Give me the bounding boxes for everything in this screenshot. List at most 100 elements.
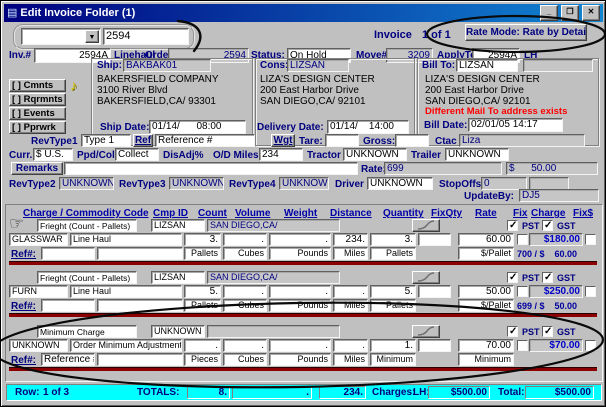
delivery-date-field[interactable]: 01/14/ 14:00 [327, 120, 409, 134]
quantity-field[interactable]: 1. [370, 339, 416, 352]
ref-button[interactable]: Ref [133, 134, 153, 147]
description-field[interactable]: Line Haul [70, 233, 182, 246]
ref1-field[interactable] [41, 247, 95, 260]
ref1-field[interactable]: Reference # [41, 353, 95, 366]
rate-field[interactable]: 60.00 [458, 233, 514, 246]
distance-field[interactable]: . [333, 285, 368, 298]
col-header-weight[interactable]: Weight [284, 208, 317, 219]
weight-field[interactable]: . [269, 233, 331, 246]
col-header-fixs[interactable]: Fix$ [573, 208, 593, 219]
remarks-field[interactable] [64, 162, 358, 175]
cmp-id-field[interactable]: UNKNOWN [151, 325, 205, 338]
col-header-cmp-id[interactable]: Cmp ID [153, 208, 188, 219]
cmp-id-field[interactable]: LIZSAN [151, 271, 205, 284]
description-field[interactable]: Line Haul [70, 285, 182, 298]
rate-field[interactable]: 70.00 [458, 339, 514, 352]
rate-lookup-button[interactable] [412, 271, 440, 284]
count-field[interactable]: . [184, 339, 221, 352]
gst-checkbox[interactable] [542, 220, 553, 231]
driver-field[interactable]: UNKNOWN [367, 177, 433, 190]
events-button[interactable]: [ ] Events [9, 107, 66, 120]
rate-lookup-button[interactable] [412, 219, 440, 232]
maximize-button[interactable]: ❐ [561, 5, 579, 21]
ref-number-label: Ref#: [11, 301, 36, 312]
ref-field[interactable]: Reference # [155, 134, 255, 147]
col-header-volume[interactable]: Volume [235, 208, 270, 219]
tractor-field[interactable]: UNKNOWN [343, 148, 407, 161]
close-button[interactable]: ✕ [582, 5, 600, 21]
distance-field[interactable]: 234. [333, 233, 368, 246]
rate-unit-field: $/Pallet [458, 247, 514, 260]
revtype1-field[interactable]: Type 1 [81, 134, 131, 147]
col-header-rate[interactable]: Rate [475, 208, 497, 219]
col-header-fix[interactable]: Fix [513, 208, 527, 219]
ppdcol-field[interactable]: Collect [115, 148, 159, 161]
rqrmnts-button[interactable]: [ ] Rqrmnts [9, 93, 66, 106]
search-field-selector[interactable]: Order # ▼ [21, 28, 101, 45]
rate-lookup-button[interactable] [412, 325, 440, 338]
rate-mode-button[interactable]: Rate Mode: Rate by Detail [465, 24, 587, 41]
commodity-code-field[interactable]: GLASSWAR [9, 233, 68, 246]
wgt-button[interactable]: Wgt [271, 134, 295, 147]
rate-field[interactable]: 50.00 [458, 285, 514, 298]
col-header-fixqty[interactable]: FixQty [431, 208, 462, 219]
count-field[interactable]: 5. [184, 285, 221, 298]
pprwrk-button[interactable]: [ ] Pprwrk [9, 121, 66, 134]
description-field[interactable]: Order Minimum Adjustment [70, 339, 182, 352]
fixqty-field[interactable] [418, 339, 451, 352]
fixqty-field[interactable] [418, 285, 451, 298]
col-header-count[interactable]: Count [198, 208, 227, 219]
ref1-field[interactable] [41, 299, 95, 312]
gross-field[interactable] [395, 134, 429, 147]
search-input[interactable]: 2594 [103, 28, 189, 45]
odmiles-field[interactable]: 234 [259, 148, 303, 161]
pst-checkbox[interactable] [507, 220, 518, 231]
cons-code-field[interactable]: LIZSAN [287, 59, 349, 72]
commodity-code-field[interactable]: UNKNOWN [9, 339, 68, 352]
weight-field[interactable]: . [269, 339, 331, 352]
volume-field[interactable]: . [223, 339, 267, 352]
remarks-button[interactable]: Remarks [11, 162, 63, 175]
fixs-checkbox[interactable] [585, 340, 596, 351]
trailer-field[interactable]: UNKNOWN [445, 148, 509, 161]
fixs-checkbox[interactable] [585, 234, 596, 245]
bill-code-field[interactable]: LIZSAN [456, 59, 518, 72]
cmnts-button[interactable]: [ ] Cmnts [9, 79, 66, 92]
cmp-id-field[interactable]: LIZSAN [151, 219, 205, 232]
quantity-field[interactable]: 5. [370, 285, 416, 298]
ship-code-field[interactable]: BAKBAK01 [123, 59, 211, 72]
col-header-charge[interactable]: Charge [531, 208, 565, 219]
distance-field[interactable]: . [333, 339, 368, 352]
tare-field[interactable] [325, 134, 359, 147]
fixqty-field[interactable] [418, 233, 451, 246]
volume-field[interactable]: . [223, 285, 267, 298]
gst-checkbox[interactable] [542, 272, 553, 283]
weight-field[interactable]: . [269, 285, 331, 298]
fix-checkbox[interactable] [517, 286, 528, 297]
minimize-button[interactable]: _ [540, 5, 558, 21]
col-header-commodity[interactable]: Charge / Commodity Code [23, 208, 149, 219]
fix-checkbox[interactable] [517, 340, 528, 351]
ref2-field[interactable] [97, 299, 183, 312]
ref2-field[interactable] [97, 247, 183, 260]
charge-type-field[interactable]: Frieght (Count - Pallets) [37, 271, 137, 284]
ref2-field[interactable] [97, 353, 183, 366]
count-field[interactable]: 3. [184, 233, 221, 246]
ship-date-field[interactable]: 01/14/ 08:00 [149, 120, 246, 134]
col-header-distance[interactable]: Distance [330, 208, 372, 219]
bill-date-field[interactable]: 02/01/05 14:17 [468, 118, 563, 132]
gst-checkbox[interactable] [542, 326, 553, 337]
charge-type-field[interactable]: Frieght (Count - Pallets) [37, 219, 137, 232]
title-bar[interactable]: ▤ Edit Invoice Folder (1) _ ❐ ✕ [4, 4, 603, 22]
volume-field[interactable]: . [223, 233, 267, 246]
pst-checkbox[interactable] [507, 326, 518, 337]
charge-type-field[interactable]: Minimum Charge [37, 325, 137, 338]
quantity-field[interactable]: 3. [370, 233, 416, 246]
col-header-quantity[interactable]: Quantity [383, 208, 424, 219]
pst-checkbox[interactable] [507, 272, 518, 283]
fix-checkbox[interactable] [517, 234, 528, 245]
curr-field[interactable]: $ U.S. [33, 148, 73, 161]
chevron-down-icon[interactable]: ▼ [85, 30, 99, 43]
fixs-checkbox[interactable] [585, 286, 596, 297]
commodity-code-field[interactable]: FURN [9, 285, 68, 298]
